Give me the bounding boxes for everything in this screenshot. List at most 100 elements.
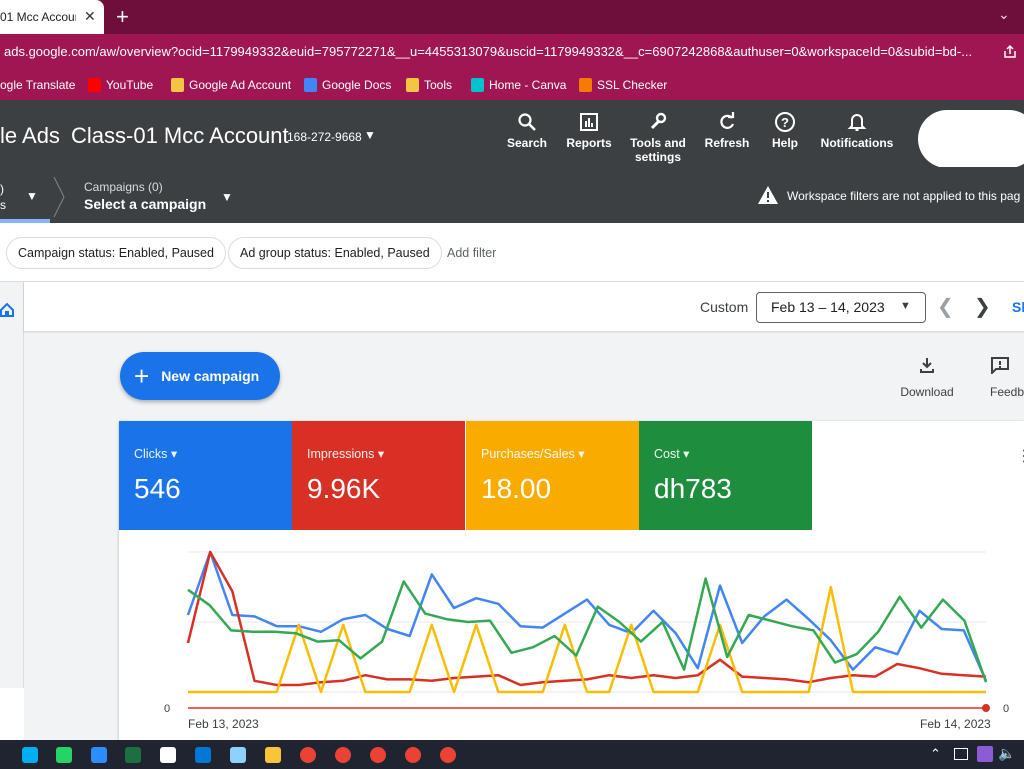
show-link[interactable]: Sh — [1012, 299, 1024, 315]
series-line-clicks — [186, 550, 988, 682]
date-range-dropdown-icon[interactable]: ▼ — [900, 300, 911, 312]
chrome-icon[interactable] — [405, 747, 421, 763]
chart-series — [186, 550, 990, 712]
chart-grid — [188, 551, 986, 693]
metric-name: Impressions ▾ — [307, 447, 385, 461]
tray-pen-icon[interactable] — [977, 746, 993, 762]
tools-and-tool-button[interactable]: Tools and settings — [618, 108, 698, 164]
chrome-icon[interactable] — [370, 747, 386, 763]
feedback-label: Feedb — [990, 385, 1024, 399]
date-range-value: Feb 13 – 14, 2023 — [771, 299, 885, 315]
bookmark-ogle-translate[interactable]: ogle Translate — [0, 77, 75, 93]
os-taskbar — [0, 740, 1024, 769]
notepad-icon[interactable] — [230, 747, 246, 763]
tab-title: 01 Mcc Account — [0, 10, 76, 24]
tray-chevron-icon[interactable]: ⌃ — [930, 746, 941, 762]
metric-card-purchases[interactable]: Purchases/Sales ▾ 18.00 — [466, 421, 639, 530]
campaign-dropdown-icon[interactable]: ▼ — [221, 190, 233, 204]
tool-label: Notifications — [820, 136, 894, 150]
docs-icon — [304, 78, 317, 92]
bookmark-label: Home - Canva — [489, 78, 567, 92]
download-icon — [920, 358, 934, 373]
workspace-filter-warning: Workspace filters are not applied to thi… — [787, 189, 1021, 203]
close-tab-icon[interactable]: ✕ — [84, 8, 96, 25]
bookmark-youtube[interactable]: YouTube — [88, 77, 153, 93]
metric-value: 546 — [134, 473, 181, 504]
breadcrumb-bar: ) s ▼ Campaigns (0) Select a campaign ▼ … — [0, 167, 1024, 223]
more-options-icon[interactable]: ⋮ — [1016, 446, 1024, 466]
bookmark-label: SSL Checker — [597, 78, 668, 92]
campaign-status-filter-chip[interactable]: Campaign status: Enabled, Paused — [6, 237, 226, 269]
svg-text:?: ? — [781, 115, 789, 130]
excel-icon[interactable] — [125, 747, 141, 763]
zoom-icon[interactable] — [91, 747, 107, 763]
left-navigation-rail — [0, 282, 24, 688]
share-icon[interactable] — [1002, 44, 1018, 60]
tab-search-chevron-icon[interactable]: ⌄ — [998, 6, 1010, 23]
bookmark-label: Tools — [424, 78, 453, 92]
bookmark-label: Google Ad Account — [189, 78, 292, 92]
skype-icon[interactable] — [22, 747, 38, 763]
series-line-impressions — [186, 550, 987, 687]
account-breadcrumb-dropdown-icon[interactable]: ▼ — [26, 189, 38, 203]
y-axis-right-label: 0 — [1003, 703, 1009, 715]
feedback-button[interactable]: Feedb — [990, 356, 1024, 399]
folder-icon — [406, 78, 419, 92]
bookmark-tools[interactable]: Tools — [406, 77, 452, 93]
volume-icon[interactable]: 🔈 — [998, 745, 1015, 762]
next-period-icon[interactable]: ❯ — [974, 294, 991, 319]
chrome-icon[interactable] — [300, 747, 316, 763]
chrome-icon[interactable] — [335, 747, 351, 763]
download-label: Download — [900, 385, 954, 399]
account-name[interactable]: Class-01 Mcc Account — [71, 123, 289, 149]
timeline-end-marker[interactable] — [982, 704, 990, 712]
help-tool-button[interactable]: ? Help — [745, 108, 825, 150]
campaign-selector[interactable]: Select a campaign — [84, 196, 206, 212]
tool-label: Reports — [566, 136, 612, 150]
google-ads-logo-text[interactable]: le Ads — [0, 123, 60, 149]
whatsapp-icon[interactable] — [56, 747, 72, 763]
metric-card-cost[interactable]: Cost ▾ dh783 — [639, 421, 812, 530]
series-line-cost — [187, 577, 988, 683]
previous-period-icon[interactable]: ❮ — [937, 294, 954, 319]
bookmark-home-canva[interactable]: Home - Canva — [471, 77, 566, 93]
account-id: 168-272-9668 — [287, 130, 362, 144]
warning-icon — [758, 186, 778, 204]
bell-icon — [817, 108, 897, 136]
bookmark-google-docs[interactable]: Google Docs — [304, 77, 391, 93]
new-tab-icon[interactable]: + — [116, 4, 129, 30]
metric-value: 18.00 — [481, 473, 552, 504]
bookmark-label: YouTube — [106, 78, 154, 92]
download-button[interactable]: Download — [900, 356, 954, 399]
profile-chip[interactable] — [918, 110, 1024, 168]
youtube-icon — [88, 78, 101, 92]
notifications-tool-button[interactable]: Notifications — [817, 108, 897, 150]
new-campaign-button[interactable]: + New campaign — [120, 352, 280, 400]
x-axis-start-label: Feb 13, 2023 — [188, 717, 259, 731]
add-filter-button[interactable]: Add filter — [447, 246, 496, 260]
account-dropdown-icon[interactable]: ▼ — [364, 128, 376, 142]
account-breadcrumb[interactable]: ) s — [0, 181, 6, 213]
metric-name: Purchases/Sales ▾ — [481, 447, 585, 461]
file-explorer-icon[interactable] — [265, 747, 281, 763]
tray-window-icon[interactable] — [954, 748, 968, 760]
metric-name: Clicks ▾ — [134, 447, 178, 461]
metric-card-impressions[interactable]: Impressions ▾ 9.96K — [292, 421, 465, 530]
reports-icon — [549, 108, 629, 136]
performance-line-chart: 0 0 Feb 13, 2023 Feb 14, 2023 — [164, 550, 1009, 731]
chrome-icon[interactable] — [440, 747, 456, 763]
metric-card-clicks[interactable]: Clicks ▾ 546 — [119, 421, 292, 530]
ssl-lock-icon — [579, 78, 592, 92]
metric-value: dh783 — [654, 473, 732, 504]
url-field[interactable]: ads.google.com/aw/overview?ocid=11799493… — [4, 44, 994, 59]
reports-tool-button[interactable]: Reports — [549, 108, 629, 150]
account-breadcrumb-line1: ) — [0, 182, 4, 196]
bookmark-ssl-checker[interactable]: SSL Checker — [579, 77, 667, 93]
ad-group-status-filter-chip[interactable]: Ad group status: Enabled, Paused — [228, 237, 442, 269]
bookmark-google-ad-account[interactable]: Google Ad Account — [171, 77, 291, 93]
metric-name: Cost ▾ — [654, 447, 690, 461]
feedback-icon — [991, 357, 1009, 376]
generic-app-icon[interactable] — [160, 747, 176, 763]
vscode-icon[interactable] — [195, 747, 211, 763]
home-icon[interactable] — [0, 302, 14, 318]
